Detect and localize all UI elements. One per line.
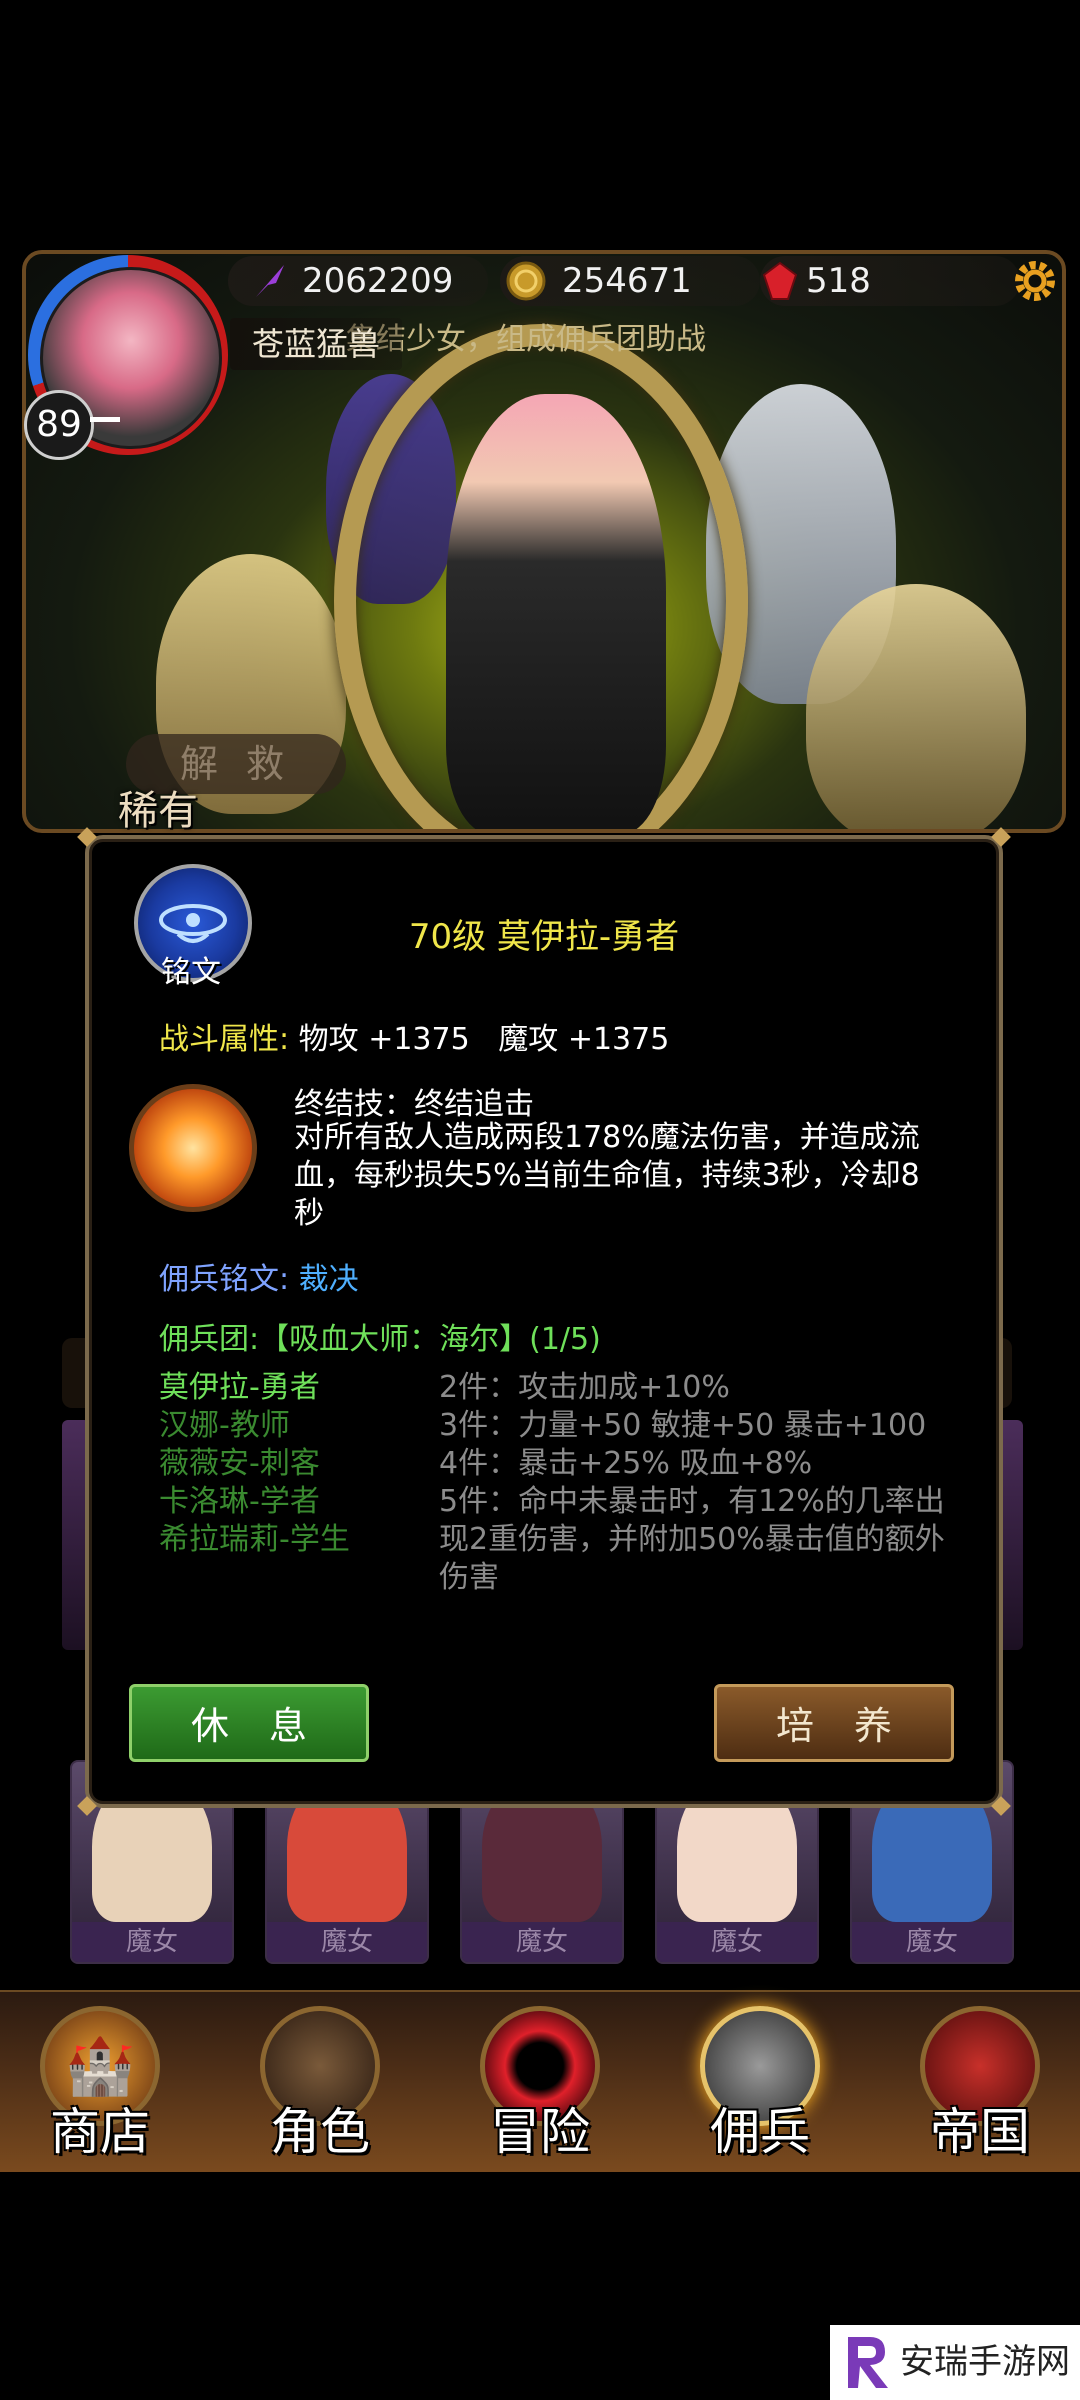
currency-gold-value: 254671	[562, 261, 692, 301]
legion-count: (1/5)	[529, 1322, 601, 1357]
rest-button[interactable]: 休息	[129, 1684, 369, 1762]
set-bonus-list: 2件：攻击加成+10% 3件：力量+50 敏捷+50 暴击+100 4件：暴击+…	[439, 1369, 959, 1597]
set-bonus: 3件：力量+50 敏捷+50 暴击+100	[439, 1408, 927, 1443]
train-button[interactable]: 培养	[714, 1684, 954, 1762]
currency-feather[interactable]: 2062209	[228, 256, 488, 306]
nav-character-label: 角色	[270, 2103, 370, 2161]
mercenary-title: 70级 莫伊拉-勇者	[408, 917, 680, 957]
nav-mercenary-label: 佣兵	[710, 2103, 810, 2161]
legion-title: 佣兵团:【吸血大师：海尔】(1/5)	[159, 1314, 601, 1358]
level-bar	[90, 417, 120, 422]
legion-member-list: 莫伊拉-勇者 汉娜-教师 薇薇安-刺客 卡洛琳-学者 希拉瑞莉-学生	[159, 1369, 350, 1559]
nav-empire[interactable]: 帝国	[890, 1992, 1070, 2172]
combat-stats: 战斗属性: 物攻 +1375 魔攻 +1375	[159, 1014, 669, 1058]
set-bonus: 2件：攻击加成+10%	[439, 1370, 730, 1405]
nav-adventure-label: 冒险	[490, 2103, 590, 2161]
combat-stats-values: 物攻 +1375 魔攻 +1375	[298, 1022, 670, 1057]
level-badge: 89	[24, 390, 94, 460]
legion-name: 【吸血大师：海尔】	[259, 1322, 530, 1357]
nav-shop[interactable]: 🏰 商店	[10, 1992, 190, 2172]
legion-member: 汉娜-教师	[159, 1408, 290, 1443]
legion-member: 希拉瑞莉-学生	[159, 1522, 350, 1557]
card-class: 魔女	[852, 1922, 1012, 1962]
currency-feather-value: 2062209	[302, 261, 454, 301]
rarity-label: 稀有	[118, 788, 198, 834]
card-class: 魔女	[267, 1922, 427, 1962]
nav-character[interactable]: 角色	[230, 1992, 410, 2172]
purple-feather-icon	[256, 265, 284, 297]
bottom-nav: 🏰 商店 角色 冒险 佣兵 帝国	[0, 1990, 1080, 2172]
nav-empire-label: 帝国	[930, 2103, 1030, 2161]
gold-coin-icon	[506, 261, 546, 301]
currency-gem-value: 518	[806, 261, 871, 301]
mercenary-inscription-value: 裁决	[298, 1262, 359, 1297]
watermark-logo-icon	[848, 2337, 888, 2388]
nav-shop-label: 商店	[50, 2103, 150, 2161]
skill-description: 对所有敌人造成两段178%魔法伤害，并造成流血，每秒损失5%当前生命值，持续3秒…	[294, 1120, 920, 1231]
ultimate-skill-icon[interactable]	[129, 1084, 257, 1212]
hero-character-image	[446, 394, 666, 829]
legion-label: 佣兵团:	[159, 1322, 260, 1357]
card-class: 魔女	[72, 1922, 232, 1962]
red-gem-icon	[762, 261, 798, 300]
set-bonus: 4件：暴击+25% 吸血+8%	[439, 1446, 813, 1481]
skill-title: 终结技：终结追击	[294, 1087, 534, 1122]
legion-member: 卡洛琳-学者	[159, 1484, 320, 1519]
card-class: 魔女	[657, 1922, 817, 1962]
legion-member: 薇薇安-刺客	[159, 1446, 320, 1481]
player-name: 苍蓝猛兽	[230, 318, 403, 370]
banner-girl-fox-blonde	[806, 584, 1026, 829]
legion-member: 莫伊拉-勇者	[159, 1370, 320, 1405]
gear-icon[interactable]	[1010, 256, 1060, 306]
combat-stats-label: 战斗属性:	[159, 1022, 290, 1057]
card-class: 魔女	[462, 1922, 622, 1962]
nav-adventure[interactable]: 冒险	[450, 1992, 630, 2172]
currency-gem[interactable]: 518	[760, 256, 1020, 306]
mercenary-detail-dialog: 铭文 70级 莫伊拉-勇者 战斗属性: 物攻 +1375 魔攻 +1375 终结…	[77, 827, 1011, 1816]
nav-mercenary[interactable]: 佣兵	[670, 1992, 850, 2172]
mercenary-inscription: 佣兵铭文: 裁决	[159, 1254, 359, 1298]
mercenary-inscription-label: 佣兵铭文:	[159, 1262, 290, 1297]
currency-gold[interactable]: 254671	[500, 256, 760, 306]
set-bonus: 5件：命中未暴击时，有12%的几率出现2重伤害，并附加50%暴击值的额外伤害	[439, 1484, 945, 1595]
